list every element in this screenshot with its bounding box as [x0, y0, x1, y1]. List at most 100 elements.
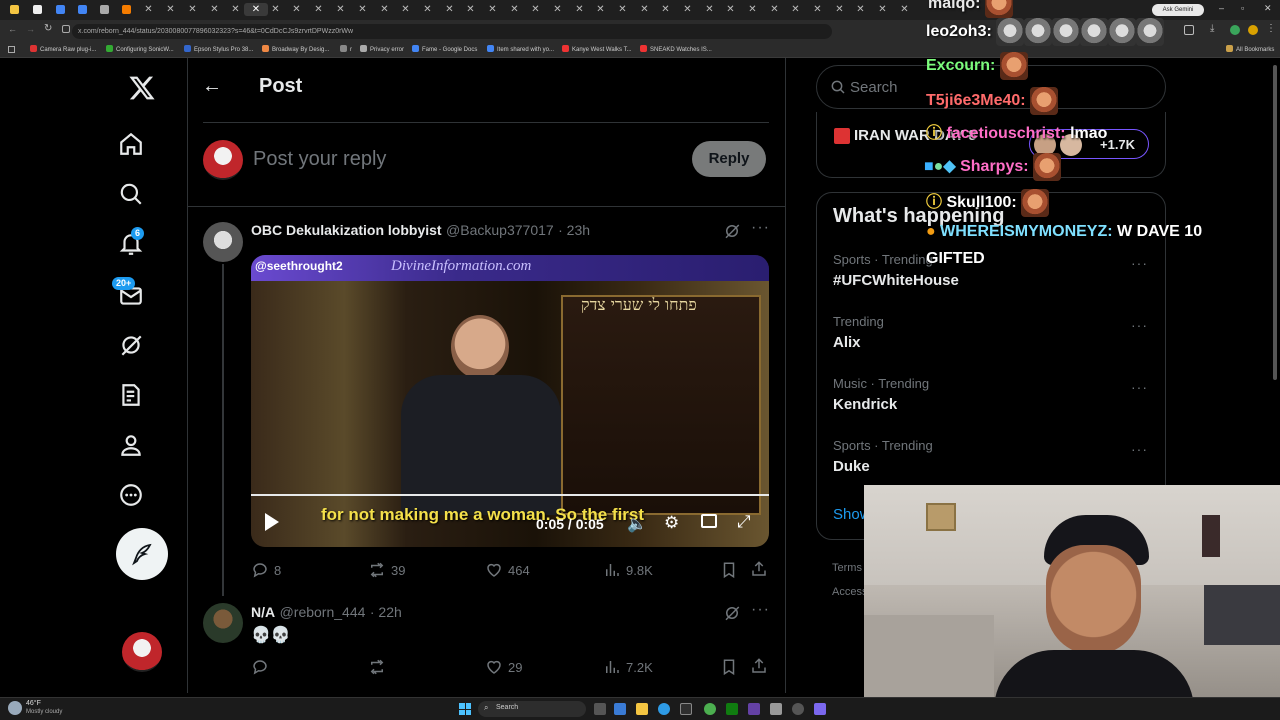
x-tab-icon[interactable]: ✕	[529, 3, 542, 16]
tab-favicon[interactable]	[78, 5, 87, 14]
volume-icon[interactable]: 🔈	[627, 514, 647, 534]
url-input[interactable]: x.com/reborn_444/status/2030080077896032…	[72, 24, 832, 39]
grok-reply-icon[interactable]	[723, 604, 741, 622]
post-time[interactable]: · 23h	[558, 222, 590, 238]
reply-more-icon[interactable]: ···	[751, 601, 770, 619]
x-tab-icon[interactable]: ✕	[789, 3, 802, 16]
x-tab-icon[interactable]: ✕	[724, 3, 737, 16]
widgets-icon[interactable]	[614, 703, 626, 715]
bookmark-item[interactable]: Epson Stylus Pro 38...	[184, 45, 253, 53]
reply-count-button[interactable]: 8	[251, 561, 281, 579]
post-author-handle[interactable]: @Backup377017	[446, 222, 554, 238]
x-tab-icon[interactable]: ✕	[659, 3, 672, 16]
bookmark-item[interactable]: r	[340, 45, 352, 53]
x-tab-icon[interactable]: ✕	[681, 3, 694, 16]
x-tab-icon[interactable]: ✕	[142, 3, 155, 16]
x-tab-icon[interactable]: ✕	[290, 3, 303, 16]
trend-name[interactable]: Duke	[833, 458, 870, 475]
grok-post-icon[interactable]	[723, 222, 741, 240]
accessibility-link[interactable]: Access	[832, 586, 867, 598]
bookmark-item[interactable]: Configuring SonicW...	[106, 45, 174, 53]
weather-icon[interactable]	[8, 701, 22, 715]
active-tab[interactable]: ✕	[244, 3, 268, 16]
task-view-icon[interactable]	[594, 703, 606, 715]
chrome-icon[interactable]	[704, 703, 716, 715]
x-tab-icon[interactable]: ✕	[269, 3, 282, 16]
x-tab-icon[interactable]: ✕	[703, 3, 716, 16]
bookmark-item[interactable]: SNEAKD Watches IS...	[640, 45, 712, 53]
profile-icon[interactable]	[117, 431, 145, 459]
reload-icon[interactable]: ↻	[44, 23, 52, 34]
bookmark-item[interactable]: Fame - Google Docs	[412, 45, 477, 53]
edge-icon[interactable]	[658, 703, 670, 715]
file-explorer-icon[interactable]	[636, 703, 648, 715]
x-tab-icon[interactable]: ✕	[186, 3, 199, 16]
trend-more-icon[interactable]: ···	[1131, 317, 1148, 333]
account-avatar[interactable]	[122, 632, 162, 672]
x-tab-icon[interactable]: ✕	[768, 3, 781, 16]
reply-view-button[interactable]: 7.2K	[603, 658, 653, 676]
reply-time[interactable]: · 22h	[370, 604, 402, 620]
home-icon[interactable]	[117, 130, 145, 158]
app-icon[interactable]	[770, 703, 782, 715]
pip-icon[interactable]	[701, 514, 717, 528]
app-icon[interactable]	[748, 703, 760, 715]
post-avatar[interactable]	[203, 222, 243, 262]
reply-post-avatar[interactable]	[203, 603, 243, 643]
share-icon[interactable]	[750, 657, 768, 680]
tab-favicon[interactable]	[10, 5, 19, 14]
back-arrow-icon[interactable]: ←	[202, 75, 222, 98]
bookmark-item[interactable]: Privacy error	[360, 45, 404, 53]
trend-name[interactable]: Alix	[833, 334, 861, 351]
reply-input[interactable]: Post your reply	[253, 148, 386, 171]
taskbar-search-box[interactable]: ⌕ Search	[478, 701, 586, 717]
x-logo-icon[interactable]	[128, 73, 156, 103]
x-tab-icon[interactable]: ✕	[421, 3, 434, 16]
x-tab-icon[interactable]: ✕	[164, 3, 177, 16]
search-input[interactable]: Search	[850, 79, 898, 96]
video-progress-bar[interactable]	[251, 494, 769, 496]
obs-icon[interactable]	[792, 703, 804, 715]
settings-gear-icon[interactable]: ⚙	[664, 513, 679, 533]
reply-button[interactable]: Reply	[692, 141, 766, 177]
lists-icon[interactable]	[117, 381, 145, 409]
tab-favicon[interactable]	[122, 5, 131, 14]
trend-more-icon[interactable]: ···	[1131, 379, 1148, 395]
x-tab-icon[interactable]: ✕	[486, 3, 499, 16]
post-author-name[interactable]: OBC Dekulakization lobbyist	[251, 222, 442, 238]
tab-favicon[interactable]	[56, 5, 65, 14]
trend-name[interactable]: Kendrick	[833, 396, 897, 413]
site-info-icon[interactable]	[62, 25, 70, 33]
reply-repost-button[interactable]	[368, 658, 386, 676]
share-icon[interactable]	[750, 560, 768, 583]
reply-author-handle[interactable]: @reborn_444	[280, 604, 366, 620]
apps-icon[interactable]	[8, 46, 15, 53]
more-circle-icon[interactable]	[117, 481, 145, 509]
repost-count-button[interactable]: 39	[368, 561, 405, 579]
reply-author-name[interactable]: N/A	[251, 604, 275, 620]
x-tab-icon[interactable]: ✕	[833, 3, 846, 16]
windows-start-icon[interactable]	[459, 703, 471, 715]
compose-post-button[interactable]	[116, 528, 168, 580]
play-icon[interactable]	[265, 513, 279, 531]
forward-icon[interactable]: →	[26, 24, 35, 34]
x-tab-icon[interactable]: ✕	[573, 3, 586, 16]
back-icon[interactable]: ←	[8, 24, 17, 34]
x-tab-icon[interactable]: ✕	[208, 3, 221, 16]
bookmark-item[interactable]: Broadway By Desig...	[262, 45, 329, 53]
store-icon[interactable]	[680, 703, 692, 715]
x-tab-icon[interactable]: ✕	[378, 3, 391, 16]
x-tab-icon[interactable]: ✕	[551, 3, 564, 16]
trend-name[interactable]: #UFCWhiteHouse	[833, 272, 959, 289]
xbox-icon[interactable]	[726, 703, 738, 715]
bookmark-item[interactable]: Camera Raw plug-i...	[30, 45, 96, 53]
bookmark-item[interactable]: Kanye West Walks T...	[562, 45, 632, 53]
x-tab-icon[interactable]: ✕	[616, 3, 629, 16]
x-tab-icon[interactable]: ✕	[746, 3, 759, 16]
reply-reply-button[interactable]	[251, 658, 269, 676]
x-tab-icon[interactable]: ✕	[898, 3, 911, 16]
x-tab-icon[interactable]: ✕	[811, 3, 824, 16]
bookmark-item[interactable]: Item shared with yo...	[487, 45, 554, 53]
trend-more-icon[interactable]: ···	[1131, 441, 1148, 457]
grok-icon[interactable]	[117, 331, 145, 359]
